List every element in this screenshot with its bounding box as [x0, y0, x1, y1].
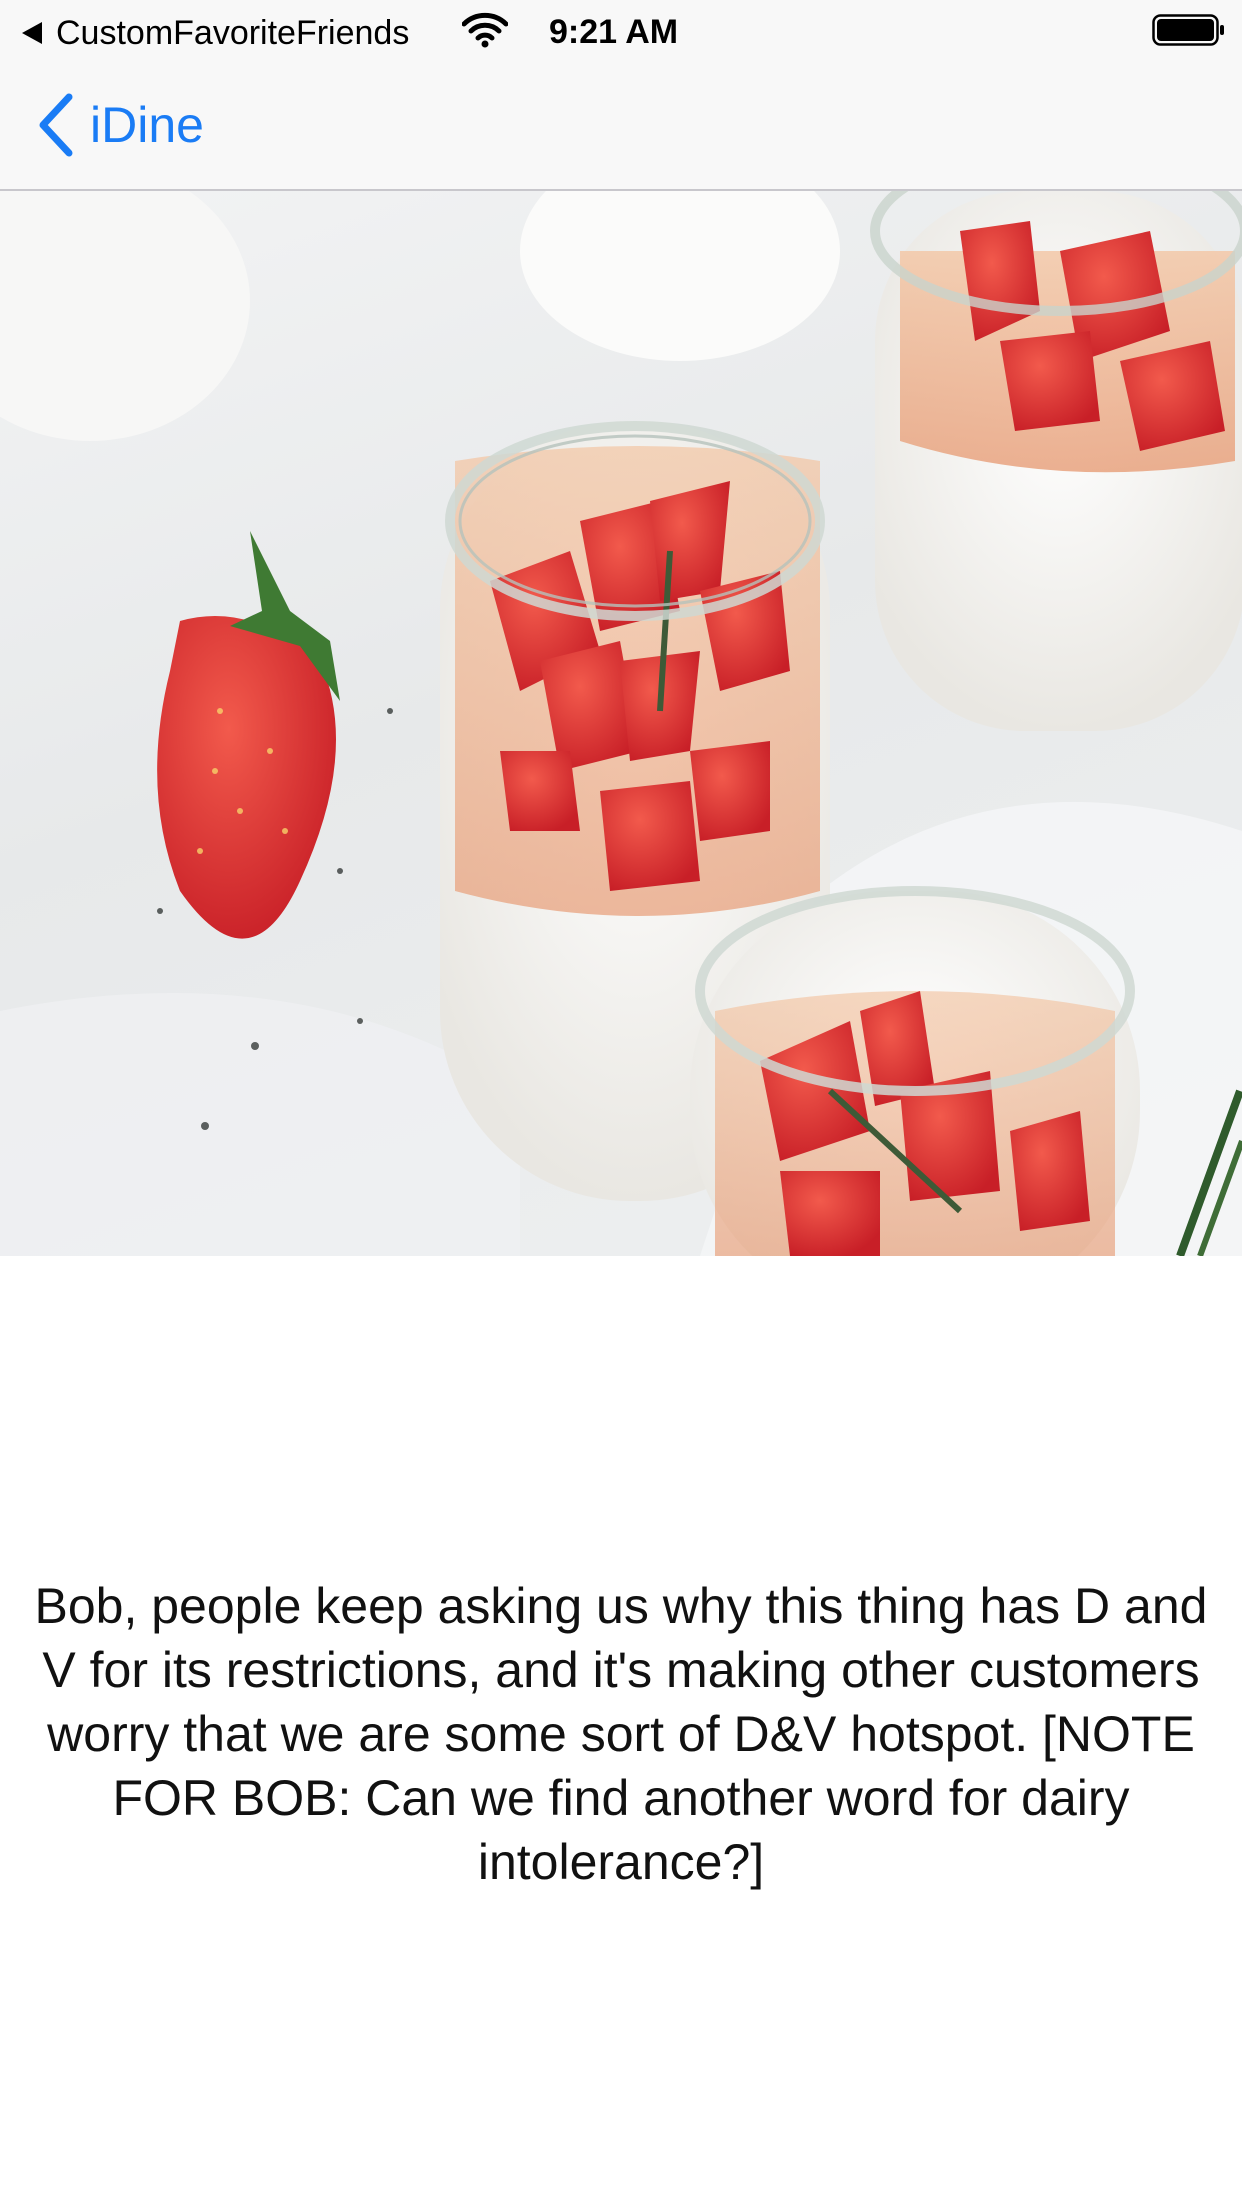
- dessert-photo: [0, 191, 1242, 1256]
- status-time: 9:21 AM: [549, 13, 679, 51]
- back-button-label: iDine: [90, 97, 204, 153]
- navigation-bar: iDine: [0, 60, 1242, 191]
- back-button[interactable]: iDine: [36, 90, 204, 160]
- back-arrow-icon: [22, 22, 42, 44]
- battery-icon: [1152, 14, 1224, 46]
- screen: CustomFavoriteFriends 9:21 AM iDine Bob,…: [0, 0, 1242, 2208]
- wifi-icon: [462, 12, 508, 48]
- status-back-app-label: CustomFavoriteFriends: [56, 14, 410, 52]
- chevron-left-icon: [39, 93, 73, 157]
- status-back-to-app[interactable]: CustomFavoriteFriends: [22, 16, 409, 50]
- hero-image: [0, 191, 1242, 1256]
- item-description: Bob, people keep asking us why this thin…: [34, 1578, 1208, 1890]
- status-bar: CustomFavoriteFriends 9:21 AM: [0, 0, 1242, 60]
